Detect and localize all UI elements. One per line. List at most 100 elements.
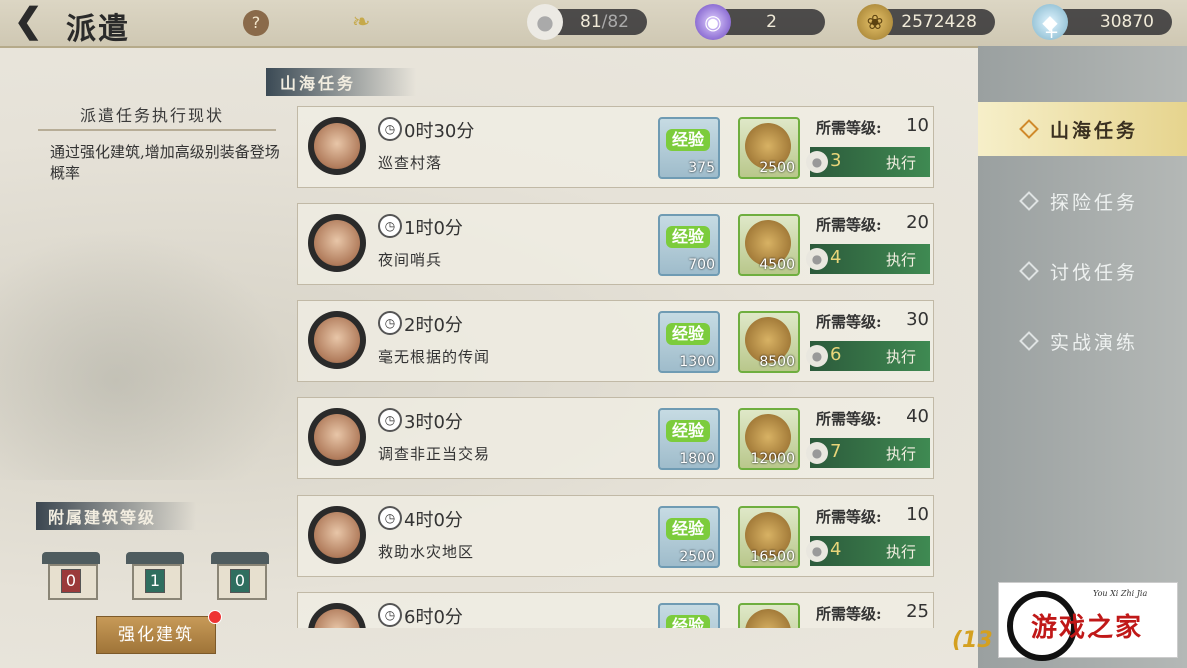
tab-drill[interactable]: 实战演练 [978,314,1187,368]
exp-reward[interactable]: 经验 1300 [658,311,720,373]
status-text: 通过强化建筑,增加高级别装备登场概率 [50,143,280,182]
gold-reward[interactable]: 16500 [738,506,800,568]
task-row: ◷ 0时30分 巡查村落 经验 375 2500 所需等级: 10 ● 3 执行 [297,106,934,188]
execute-label: 执行 [886,348,917,366]
gold-reward[interactable]: 4500 [738,214,800,276]
tab-label: 山海任务 [1050,120,1139,142]
tab-shanhai[interactable]: 山海任务 [978,102,1187,156]
add-jade-icon[interactable]: + [1044,22,1059,43]
logo-text: 游戏之家 [1031,613,1144,643]
gold-value: 4500 [759,257,795,273]
gold-reward[interactable]: 12000 [738,408,800,470]
task-duration: 1时0分 [404,218,463,239]
required-level: 40 [906,406,929,427]
tab-explore[interactable]: 探险任务 [978,174,1187,228]
stamina-cost: 4 [830,247,842,268]
gold-reward[interactable]: 8500 [738,311,800,373]
task-row: ◷ 2时0分 毫无根据的传闻 经验 1300 8500 所需等级: 30 ● 6 执行 [297,300,934,382]
exp-reward[interactable]: 经验 375 [658,117,720,179]
execute-button[interactable]: ● 7 执行 [806,438,930,468]
diamond-icon [1019,119,1039,139]
stamina-cost: 6 [830,344,842,365]
stamina-max: /82 [601,12,629,32]
exp-value: 700 [688,257,715,273]
avatar [308,214,366,272]
steamed-bun-icon: ● [806,248,828,270]
task-name: 巡查村落 [378,154,443,172]
required-level: 10 [906,504,929,525]
task-name: 毫无根据的传闻 [378,348,491,366]
exp-value: 375 [688,160,715,176]
exp-reward[interactable]: 经验 [658,603,720,628]
steamed-bun-icon: ● [527,4,563,40]
diamond-icon [1019,331,1039,351]
building-1[interactable]: 0 [42,552,100,600]
watermark-badge: (13 [952,628,993,653]
status-title: 派遣任务执行现状 [80,106,225,125]
exp-label: 经验 [666,323,710,345]
clock-icon: ◷ [378,603,402,627]
execute-button[interactable]: ● 4 执行 [806,244,930,274]
task-duration: 2时0分 [404,315,463,336]
exp-reward[interactable]: 经验 700 [658,214,720,276]
orb-value: 2 [766,12,777,32]
stamina-cost: 3 [830,150,842,171]
required-level: 30 [906,309,929,330]
exp-label: 经验 [666,226,710,248]
exp-reward[interactable]: 经验 2500 [658,506,720,568]
required-level-label: 所需等级: [816,508,882,526]
task-list[interactable]: ◷ 0时30分 巡查村落 经验 375 2500 所需等级: 10 ● 3 执行 ◷ … [297,106,934,628]
exp-value: 1800 [679,451,715,467]
clock-icon: ◷ [378,311,402,335]
gold-counter: ❀ 2572428 [857,4,995,40]
task-row: ◷ 3时0分 调查非正当交易 经验 1800 12000 所需等级: 40 ● 7 执… [297,397,934,479]
gold-coin-icon [745,609,791,628]
building-2[interactable]: 1 [126,552,184,600]
upgrade-building-button[interactable]: 强化建筑 [96,616,216,654]
jade-counter[interactable]: ◆ 30870 [1032,4,1172,40]
required-level: 10 [906,115,929,136]
stamina-counter: ● 81/82 [527,4,647,40]
execute-button[interactable]: ● 3 执行 [806,147,930,177]
back-arrow-icon[interactable]: ❮ [14,4,50,40]
steamed-bun-icon: ● [806,345,828,367]
jade-value: 30870 [1099,12,1154,32]
help-icon[interactable]: ? [243,10,269,36]
stamina-cost: 4 [830,539,842,560]
tab-label: 讨伐任务 [1050,262,1139,284]
required-level-label: 所需等级: [816,313,882,331]
execute-button[interactable]: ● 4 执行 [806,536,930,566]
avatar [308,506,366,564]
execute-button[interactable]: ● 6 执行 [806,341,930,371]
clock-icon: ◷ [378,408,402,432]
exp-label: 经验 [666,615,710,628]
divider [38,129,276,131]
steamed-bun-icon: ● [806,151,828,173]
gold-reward[interactable] [738,603,800,628]
tab-crusade[interactable]: 讨伐任务 [978,244,1187,298]
task-duration: 6时0分 [404,607,463,628]
roof-icon [126,552,184,564]
building-3[interactable]: 0 [211,552,269,600]
task-name: 夜间哨兵 [378,251,443,269]
mountain-mist [0,230,290,480]
gold-value: 8500 [759,354,795,370]
gold-value: 12000 [750,451,795,467]
building-level-title: 附属建筑等级 [36,502,197,530]
required-level-label: 所需等级: [816,216,882,234]
exp-value: 1300 [679,354,715,370]
execute-label: 执行 [886,251,917,269]
logo-subtitle: You Xi Zhi Jia [1093,589,1148,598]
stamina-value: 81 [580,12,602,32]
avatar [308,603,366,628]
exp-label: 经验 [666,129,710,151]
exp-reward[interactable]: 经验 1800 [658,408,720,470]
task-row: ◷ 1时0分 夜间哨兵 经验 700 4500 所需等级: 20 ● 4 执行 [297,203,934,285]
task-duration: 4时0分 [404,510,463,531]
task-row: ◷ 6时0分 经验 所需等级: 25 [297,592,934,628]
exp-label: 经验 [666,420,710,442]
required-level-label: 所需等级: [816,605,882,623]
gold-reward[interactable]: 2500 [738,117,800,179]
steamed-bun-icon: ● [806,540,828,562]
task-duration: 3时0分 [404,412,463,433]
